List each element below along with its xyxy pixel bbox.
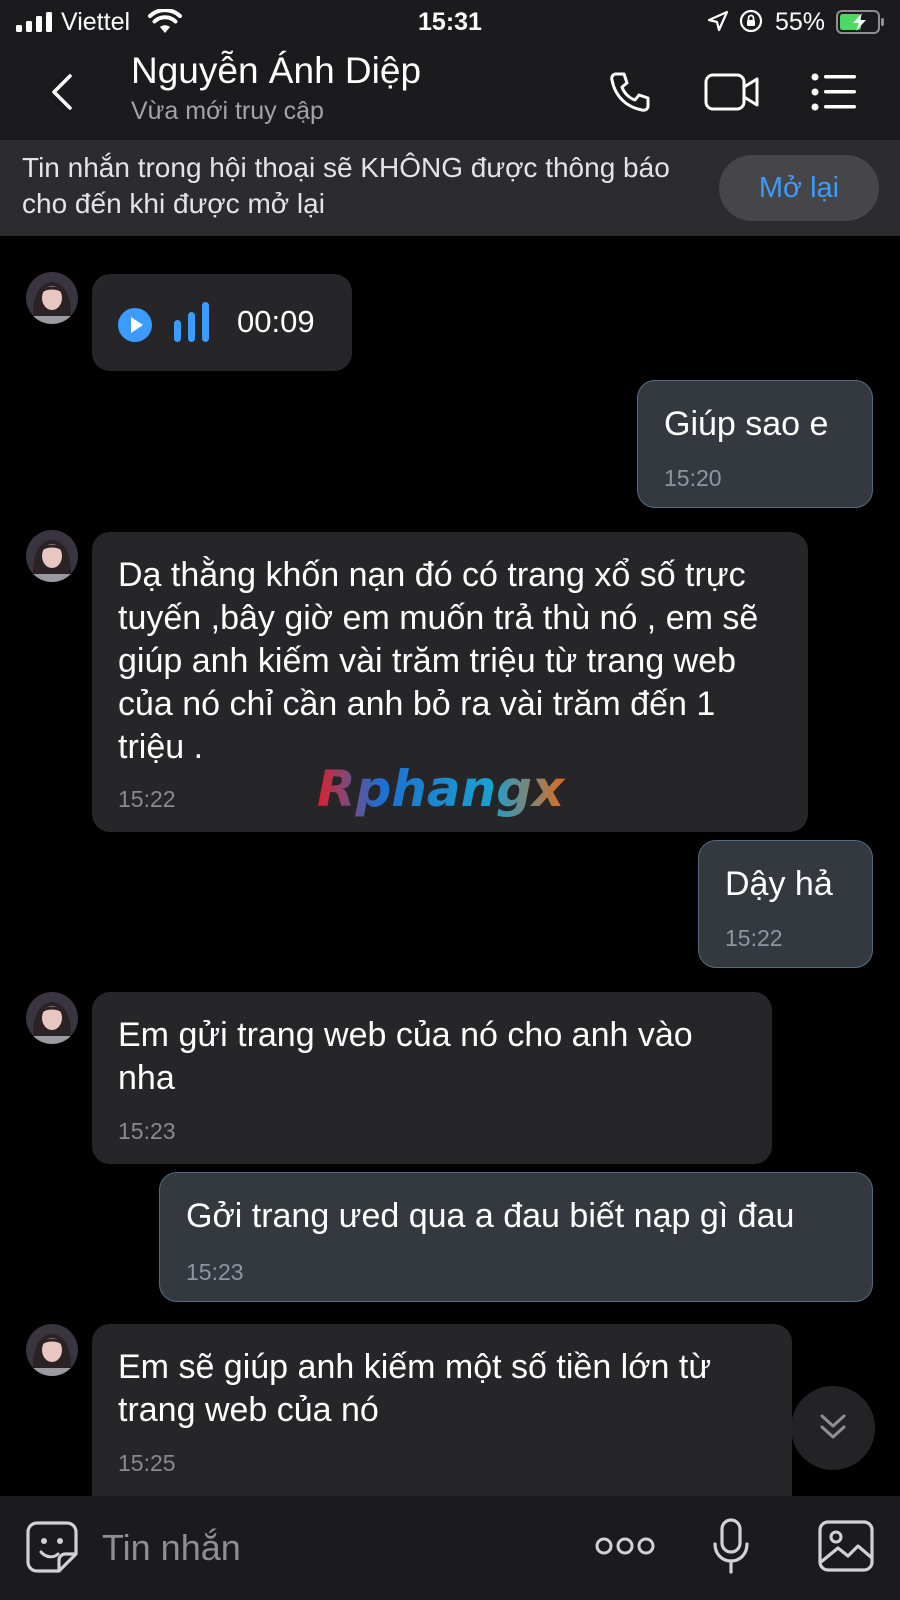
incoming-message[interactable]: Em gửi trang web của nó cho anh vào nha … (92, 992, 772, 1164)
menu-list-icon[interactable] (810, 70, 858, 114)
message-time: 15:23 (118, 1118, 176, 1144)
svg-text:Rphangx: Rphangx (317, 760, 566, 818)
image-icon[interactable] (818, 1520, 874, 1572)
back-chevron-icon[interactable] (40, 68, 88, 116)
voice-message[interactable]: 00:09 (92, 274, 352, 371)
message-time: 15:20 (664, 465, 722, 491)
sound-wave-icon (174, 302, 209, 342)
message-text: Gởi trang ưed qua a đau biết nạp gì đau (186, 1197, 795, 1235)
message-text: Em sẽ giúp anh kiếm một số tiền lớn từ t… (118, 1348, 712, 1429)
contact-status: Vừa mới truy cập (131, 97, 324, 125)
incoming-message[interactable]: Em sẽ giúp anh kiếm một số tiền lớn từ t… (92, 1324, 792, 1496)
phone-icon[interactable] (606, 68, 654, 116)
rotation-lock-icon (739, 9, 763, 33)
double-chevron-down-icon (820, 1414, 846, 1439)
outgoing-message[interactable]: Dậy hả 15:22 (698, 840, 873, 968)
play-icon[interactable] (118, 308, 152, 342)
message-text: Dạ thằng khốn nạn đó có trang xổ số trực… (118, 556, 759, 766)
chat-header: Nguyễn Ánh Diệp Vừa mới truy cập (0, 44, 900, 140)
message-text: Em gửi trang web của nó cho anh vào nha (118, 1016, 693, 1097)
message-text: Giúp sao e (664, 405, 829, 443)
more-dots-icon[interactable] (595, 1534, 655, 1558)
outgoing-message[interactable]: Giúp sao e 15:20 (637, 380, 873, 508)
outgoing-message[interactable]: Gởi trang ưed qua a đau biết nạp gì đau … (159, 1172, 873, 1302)
voice-duration: 00:09 (237, 304, 315, 339)
message-time: 15:22 (118, 786, 176, 812)
message-input[interactable] (102, 1526, 562, 1570)
contact-name[interactable]: Nguyễn Ánh Diệp (131, 50, 421, 92)
message-composer (0, 1496, 900, 1600)
scroll-to-bottom-button[interactable] (791, 1386, 875, 1470)
message-time: 15:22 (725, 925, 783, 951)
avatar[interactable] (26, 530, 78, 582)
mute-notice: Tin nhắn trong hội thoại sẽ KHÔNG được t… (22, 152, 670, 219)
avatar[interactable] (26, 1324, 78, 1376)
avatar[interactable] (26, 272, 78, 324)
mute-banner: Tin nhắn trong hội thoại sẽ KHÔNG được t… (0, 140, 900, 236)
video-camera-icon[interactable] (704, 70, 760, 114)
status-bar: Viettel 15:31 55% (0, 0, 900, 44)
clock: 15:31 (418, 8, 482, 36)
sticker-icon[interactable] (25, 1520, 79, 1574)
avatar[interactable] (26, 992, 78, 1044)
message-text: Dậy hả (725, 865, 833, 903)
battery-percent: 55% (775, 8, 826, 36)
unmute-button[interactable]: Mở lại (719, 155, 879, 221)
watermark-logo: Rphangx (317, 760, 566, 818)
chat-messages[interactable]: 00:09 Giúp sao e 15:20 Dạ thằng khốn nạn… (0, 236, 900, 1496)
message-time: 15:25 (118, 1450, 176, 1476)
message-time: 15:23 (186, 1259, 244, 1285)
microphone-icon[interactable] (712, 1518, 750, 1574)
location-arrow-icon (707, 10, 729, 32)
battery-charging-icon (836, 10, 884, 34)
